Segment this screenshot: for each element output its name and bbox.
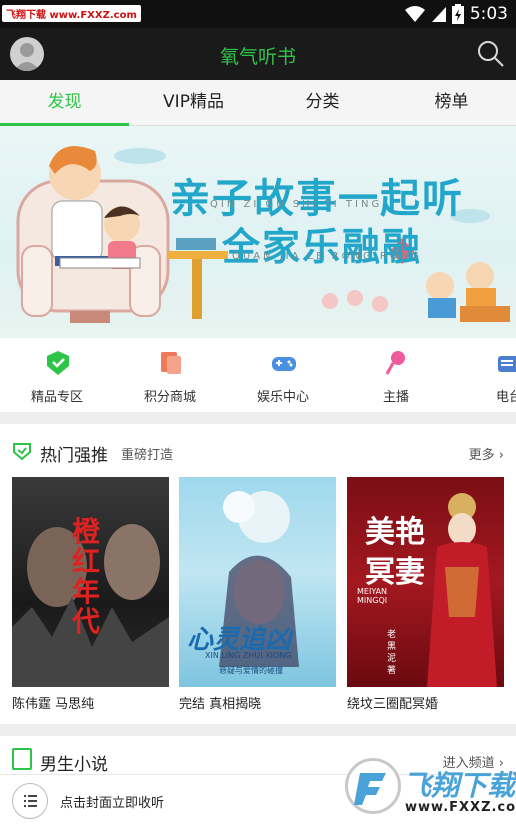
app-bar: 氧气听书 [0,28,516,80]
hot-section-more-link[interactable]: 更多 › [469,444,504,463]
watermark-logo-url: www.FXXZ.com [405,800,516,815]
book-cover[interactable]: 美艳冥妻 MEIYAN MINGQI 老黑泥 著 [347,477,504,687]
tab-category[interactable]: 分类 [258,80,387,125]
wifi-icon [404,6,425,22]
premium-badge-icon [47,351,69,375]
tab-vip[interactable]: VIP精品 [129,80,258,125]
main-tabs: 发现 VIP精品 分类 榜单 [0,80,516,126]
gamepad-icon [272,357,296,371]
book-cover-subtitle: 悬疑与爱情的碰撞 [219,666,283,675]
watermark-logo-icon [345,758,401,814]
quick-nav-entertainment[interactable]: 娱乐中心 [238,338,328,412]
promo-banner[interactable]: 亲子故事一起听 全家乐融融 [0,126,516,338]
hot-badge-icon [13,443,31,460]
book-card[interactable]: 美艳冥妻 MEIYAN MINGQI 老黑泥 著 绕坟三圈配冥婚 [347,477,504,712]
watermark-text: 飞翔下载 www.FXXZ.com [2,5,141,22]
playlist-menu-icon[interactable] [12,783,48,819]
tab-discover[interactable]: 发现 [0,80,129,126]
book-title: 陈伟霆 马思纯 [12,697,95,712]
book-cover-pinyin: MEIYAN MINGQI [357,587,388,605]
more-label: 更多 [468,448,495,463]
book-cover[interactable]: 橙红年代 [12,477,169,687]
points-mall-icon [161,352,181,374]
hot-section-header: 热门强推 重磅打造 更多 › [0,424,516,476]
chevron-right-icon: › [498,448,504,463]
hot-section-title: 热门强推 [40,446,108,466]
book-cover-text: 美艳冥妻 [365,515,425,590]
watermark-logo-text: 飞翔下载 [403,769,516,802]
book-cover-pinyin: XIN LING ZHUI XIONG [205,651,292,660]
banner-pinyin-line2: QUAN JIA LE RONG RONG [232,251,422,262]
quick-nav-label: 电台 [495,390,516,405]
watermark-logo: 飞翔下载 www.FXXZ.com [345,746,516,826]
status-time: 5:03 [469,4,508,24]
boy-section-title: 男生小说 [40,755,108,775]
hot-section-subtitle: 重磅打造 [121,448,174,463]
search-icon[interactable] [476,39,506,69]
quick-nav-anchor[interactable]: 主播 [351,338,441,412]
hot-section: 热门强推 重磅打造 更多 › 橙红年代 陈伟霆 马思纯 心灵追凶 XIN LIN… [0,424,516,724]
banner-title-line2: 全家乐融融 [222,225,423,269]
quick-nav-radio[interactable]: 电台 [464,338,516,412]
quick-nav-label: 主播 [382,390,409,405]
banner-pinyin-line1: QIN ZI GU SHI YI TING [210,199,383,210]
radio-icon [498,356,516,372]
quick-nav-label: 娱乐中心 [256,390,309,405]
status-bar: 飞翔下载 www.FXXZ.com 5:03 [0,0,516,28]
play-hint-text[interactable]: 点击封面立即收听 [60,792,164,811]
book-card[interactable]: 橙红年代 陈伟霆 马思纯 [12,477,169,712]
quick-nav-label: 积分商城 [143,390,196,405]
book-cover-author: 老黑泥 著 [387,630,397,676]
quick-nav: 精品专区 积分商城 娱乐中心 主播 电台 [0,338,516,412]
book-cover[interactable]: 心灵追凶 XIN LING ZHUI XIONG 悬疑与爱情的碰撞 [179,477,336,687]
quick-nav-points-mall[interactable]: 积分商城 [125,338,215,412]
book-cover-text: 橙红年代 [72,515,101,638]
book-card[interactable]: 心灵追凶 XIN LING ZHUI XIONG 悬疑与爱情的碰撞 完结 真相揭… [179,477,336,712]
battery-icon [451,4,464,24]
app-title: 氧气听书 [219,46,296,68]
book-title: 完结 真相揭晓 [179,697,262,712]
status-icons: 5:03 [404,3,508,25]
microphone-icon [385,351,405,375]
quick-nav-premium[interactable]: 精品专区 [12,338,102,412]
book-title: 绕坟三圈配冥婚 [347,697,439,712]
signal-icon [431,7,446,22]
book-icon [12,748,32,770]
quick-nav-label: 精品专区 [30,390,83,405]
tab-ranking[interactable]: 榜单 [387,80,516,125]
